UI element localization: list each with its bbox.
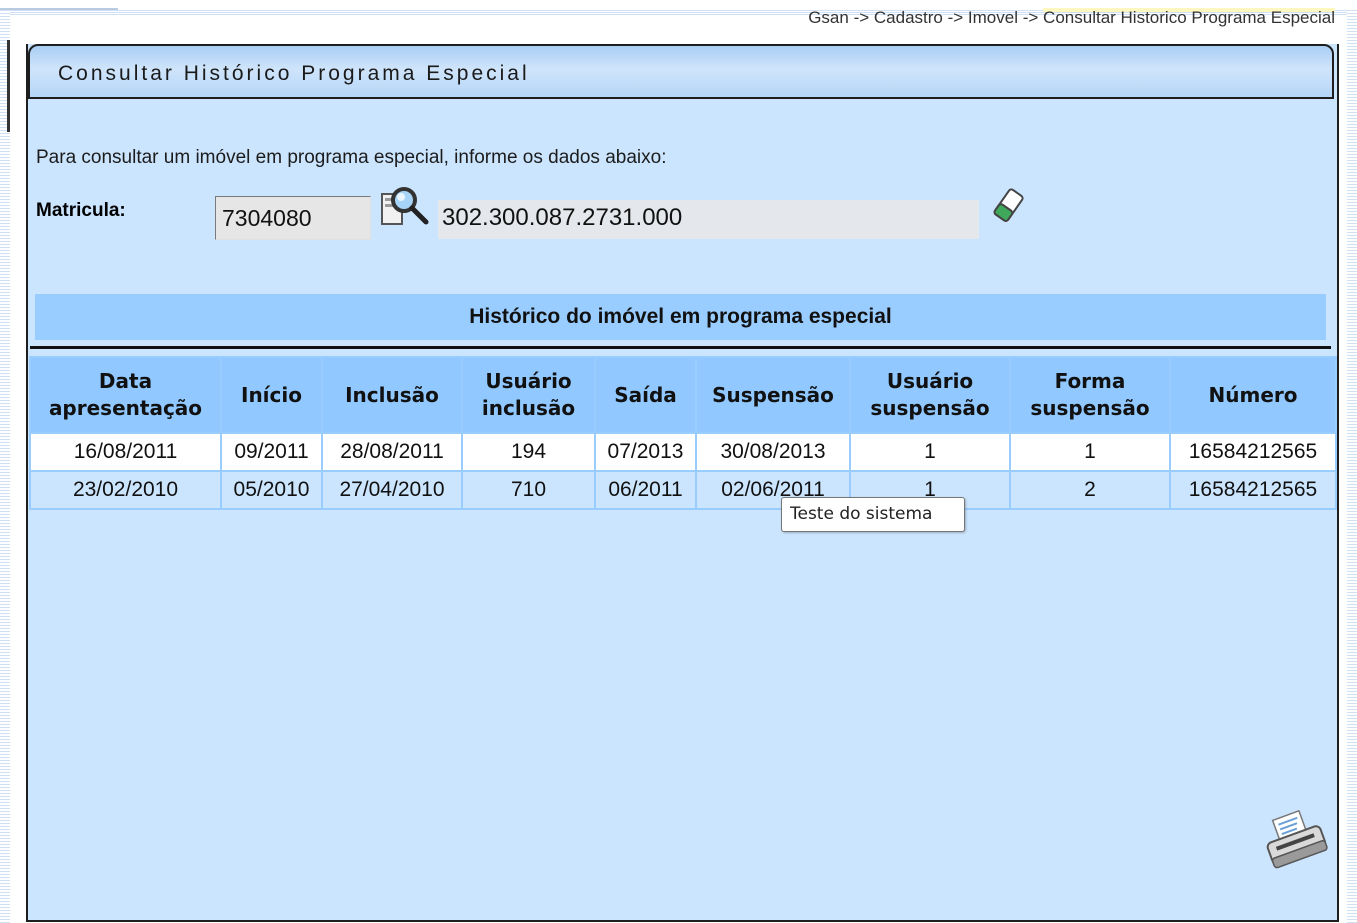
- col-header-inclusao: Inclusão: [323, 358, 461, 432]
- history-table: Data apresentação Início Inclusão Usuári…: [29, 356, 1337, 510]
- cell-usuario-inclusao[interactable]: 710: [463, 472, 594, 508]
- cell-inclusao: 28/08/2011: [323, 434, 461, 470]
- table-row: 23/02/2010 05/2010 27/04/2010 710 06/201…: [31, 472, 1335, 508]
- cell-usuario-suspensao[interactable]: 1: [851, 434, 1009, 470]
- cell-inicio: 05/2010: [222, 472, 321, 508]
- cell-saida: 07/2013: [596, 434, 695, 470]
- breadcrumb-cadastro: Cadastro: [873, 8, 943, 27]
- col-header-inicio: Início: [222, 358, 321, 432]
- table-header-row: Data apresentação Início Inclusão Usuári…: [31, 358, 1335, 432]
- col-header-forma-suspensao: Forma suspensão: [1011, 358, 1169, 432]
- col-header-numero: Número: [1171, 358, 1335, 432]
- cell-numero: 16584212565: [1171, 472, 1335, 508]
- table-row: 16/08/2011 09/2011 28/08/2011 194 07/201…: [31, 434, 1335, 470]
- left-dotted-strip: [0, 10, 10, 923]
- history-table-caption: Histórico do imóvel em programa especial: [35, 294, 1326, 340]
- printer-icon: [1266, 809, 1328, 869]
- left-frame-marker: [7, 40, 10, 132]
- cell-forma-suspensao: 2: [1011, 472, 1169, 508]
- cell-numero: 16584212565: [1171, 434, 1335, 470]
- cell-usuario-inclusao[interactable]: 194: [463, 434, 594, 470]
- cell-data-apresentacao: 23/02/2010: [31, 472, 220, 508]
- magnifier-search-icon: [381, 187, 429, 225]
- cell-saida: 06/2011: [596, 472, 695, 508]
- breadcrumb-root: Gsan: [808, 8, 849, 27]
- clear-button[interactable]: [986, 186, 1030, 226]
- instructions-text: Para consultar um imóvel em programa esp…: [36, 147, 667, 168]
- breadcrumb-separator: ->: [1018, 8, 1044, 27]
- matricula-input[interactable]: [215, 196, 371, 240]
- print-button[interactable]: [1259, 809, 1331, 872]
- caption-divider: [30, 346, 1331, 349]
- right-dotted-strip: [1347, 10, 1357, 923]
- col-header-data-apresentacao: Data apresentação: [31, 358, 220, 432]
- cell-forma-suspensao: 1: [1011, 434, 1169, 470]
- breadcrumb: Gsan -> Cadastro -> Imovel -> Consultar …: [808, 8, 1335, 28]
- col-header-saida: Saída: [596, 358, 695, 432]
- breadcrumb-current: Consultar Historico Programa Especial: [1043, 8, 1335, 27]
- page-title: Consultar Histórico Programa Especial: [58, 62, 530, 85]
- imovel-description-field: 302.300.087.2731.000: [438, 200, 979, 239]
- breadcrumb-imovel: Imovel: [967, 8, 1018, 27]
- cell-suspensao: 30/08/2013: [697, 434, 849, 470]
- breadcrumb-separator: ->: [848, 8, 874, 27]
- breadcrumb-separator: ->: [942, 8, 968, 27]
- col-header-usuario-suspensao: Usuário suspensão: [851, 358, 1009, 432]
- col-header-suspensao: Suspensão: [697, 358, 849, 432]
- tooltip: Teste do sistema: [781, 497, 965, 532]
- search-button[interactable]: [380, 186, 430, 230]
- col-header-usuario-inclusao: Usuário inclusão: [463, 358, 594, 432]
- eraser-icon: [993, 188, 1024, 222]
- cell-inclusao: 27/04/2010: [323, 472, 461, 508]
- matricula-label: Matricula:: [36, 200, 126, 221]
- cell-inicio: 09/2011: [222, 434, 321, 470]
- cell-data-apresentacao: 16/08/2011: [31, 434, 220, 470]
